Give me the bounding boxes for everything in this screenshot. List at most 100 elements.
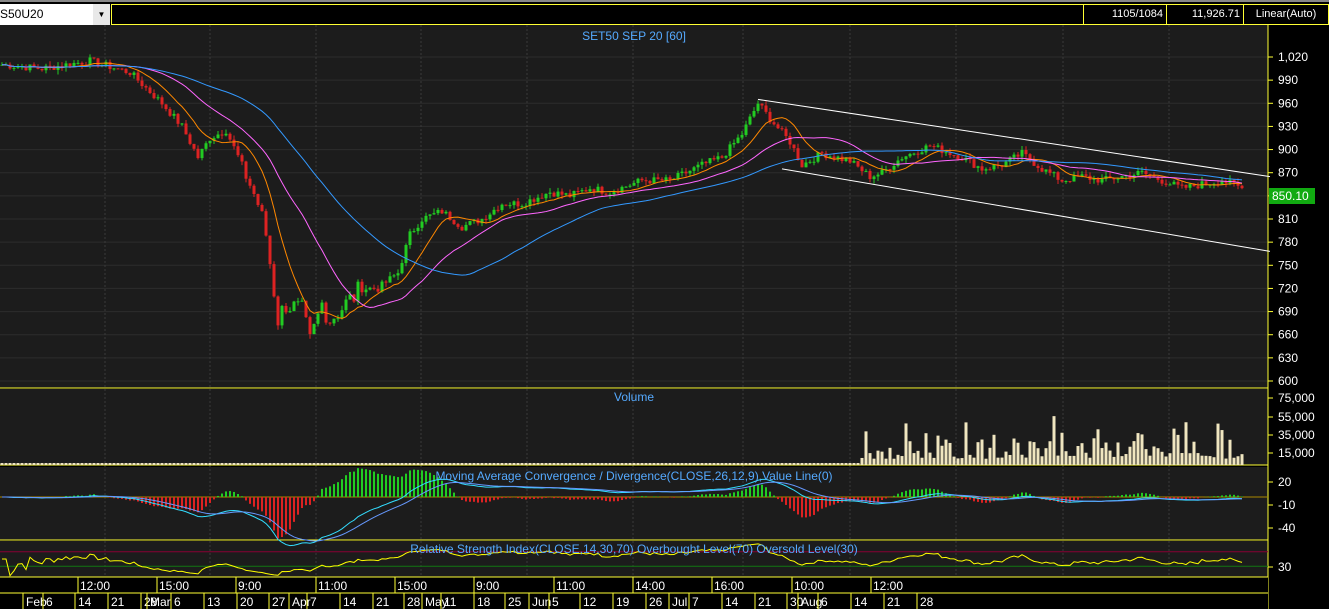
volume-bar bbox=[928, 452, 932, 465]
macd-histogram-bar bbox=[765, 487, 767, 497]
macd-histogram-bar bbox=[969, 497, 971, 500]
volume-bar bbox=[1124, 454, 1128, 465]
macd-histogram-bar bbox=[373, 471, 375, 497]
candle bbox=[400, 263, 404, 274]
price-tick-label: 1,020 bbox=[1278, 50, 1308, 64]
macd-histogram-bar bbox=[221, 493, 223, 497]
macd-histogram-bar bbox=[361, 468, 363, 497]
volume-bar bbox=[588, 463, 592, 465]
volume-bar bbox=[580, 463, 584, 465]
candle bbox=[144, 86, 148, 88]
volume-bar bbox=[1088, 457, 1092, 465]
volume-bar bbox=[840, 463, 844, 465]
candle bbox=[680, 171, 684, 173]
macd-histogram-bar bbox=[581, 497, 583, 500]
volume-bar bbox=[344, 463, 348, 465]
date-label: 28 bbox=[407, 595, 421, 609]
macd-histogram-bar bbox=[321, 488, 323, 497]
date-label: 7 bbox=[692, 595, 699, 609]
volume-bar bbox=[56, 463, 60, 465]
candle bbox=[640, 178, 644, 181]
volume-bar bbox=[512, 463, 516, 465]
macd-histogram-bar bbox=[173, 497, 175, 508]
date-label: 26 bbox=[649, 595, 663, 609]
candle bbox=[1020, 149, 1024, 157]
volume-bar bbox=[700, 463, 704, 465]
macd-histogram-bar bbox=[177, 497, 179, 509]
macd-histogram-bar bbox=[753, 485, 755, 497]
volume-bar bbox=[876, 450, 880, 465]
volume-bar bbox=[712, 463, 716, 465]
volume-bar bbox=[1004, 451, 1008, 465]
candle bbox=[1176, 181, 1180, 185]
candle bbox=[508, 205, 512, 207]
volume-bar bbox=[176, 463, 180, 465]
candle bbox=[724, 155, 728, 158]
volume-bar bbox=[680, 463, 684, 465]
volume-bar bbox=[624, 463, 628, 465]
volume-title: Volume bbox=[614, 390, 654, 404]
macd-histogram-bar bbox=[389, 475, 391, 497]
volume-bar bbox=[924, 433, 928, 465]
macd-histogram-bar bbox=[953, 496, 955, 497]
candle bbox=[628, 185, 632, 187]
volume-bar bbox=[196, 463, 200, 465]
volume-bar bbox=[600, 463, 604, 465]
candle bbox=[396, 273, 400, 276]
macd-histogram-bar bbox=[465, 497, 467, 502]
macd-histogram-bar bbox=[645, 496, 647, 497]
volume-bar bbox=[980, 439, 984, 465]
volume-bar bbox=[532, 463, 536, 465]
candle bbox=[1052, 172, 1056, 174]
volume-bar bbox=[936, 435, 940, 465]
volume-bar bbox=[1040, 456, 1044, 465]
time-label: 9:00 bbox=[238, 579, 262, 593]
candle bbox=[928, 145, 932, 147]
candle bbox=[908, 153, 912, 157]
macd-histogram-bar bbox=[205, 497, 207, 507]
volume-bar bbox=[1192, 441, 1196, 465]
macd-histogram-bar bbox=[533, 497, 535, 499]
macd-histogram-bar bbox=[1229, 494, 1231, 497]
macd-histogram-bar bbox=[393, 476, 395, 497]
volume-bar bbox=[164, 463, 168, 465]
volume-bar bbox=[852, 463, 856, 465]
volume-bar bbox=[400, 463, 404, 465]
volume-bar bbox=[284, 463, 288, 465]
candle bbox=[668, 177, 672, 180]
macd-histogram-bar bbox=[1149, 493, 1151, 497]
date-label: 25 bbox=[508, 595, 522, 609]
volume-bar bbox=[808, 463, 812, 465]
macd-histogram-bar bbox=[1213, 496, 1215, 497]
macd-histogram-bar bbox=[257, 497, 259, 510]
macd-histogram-bar bbox=[229, 491, 231, 497]
candle bbox=[536, 197, 540, 202]
volume-bar bbox=[984, 458, 988, 465]
macd-histogram-bar bbox=[809, 497, 811, 517]
volume-bar bbox=[216, 463, 220, 465]
date-label: 6 bbox=[821, 595, 828, 609]
candle bbox=[588, 189, 592, 192]
volume-bar bbox=[292, 463, 296, 465]
candle bbox=[1136, 170, 1140, 176]
candle bbox=[172, 113, 176, 116]
macd-histogram-bar bbox=[553, 497, 555, 499]
volume-bar bbox=[360, 463, 364, 465]
macd-histogram-bar bbox=[537, 497, 539, 499]
macd-histogram-bar bbox=[441, 480, 443, 497]
macd-histogram-bar bbox=[237, 494, 239, 497]
price-chart[interactable]: SET50 SEP 20 [60]60063066069072075078081… bbox=[0, 0, 1329, 609]
macd-histogram-bar bbox=[681, 496, 683, 497]
volume-bar bbox=[88, 463, 92, 465]
candle bbox=[504, 204, 508, 206]
volume-bar bbox=[1092, 438, 1096, 465]
volume-bar bbox=[956, 458, 960, 465]
macd-histogram-bar bbox=[525, 497, 527, 500]
volume-bar bbox=[688, 463, 692, 465]
macd-histogram-bar bbox=[629, 497, 631, 499]
volume-bar bbox=[260, 463, 264, 465]
macd-histogram-bar bbox=[701, 494, 703, 497]
macd-histogram-bar bbox=[1193, 497, 1195, 499]
candle bbox=[692, 167, 696, 171]
date-label: 21 bbox=[758, 595, 772, 609]
